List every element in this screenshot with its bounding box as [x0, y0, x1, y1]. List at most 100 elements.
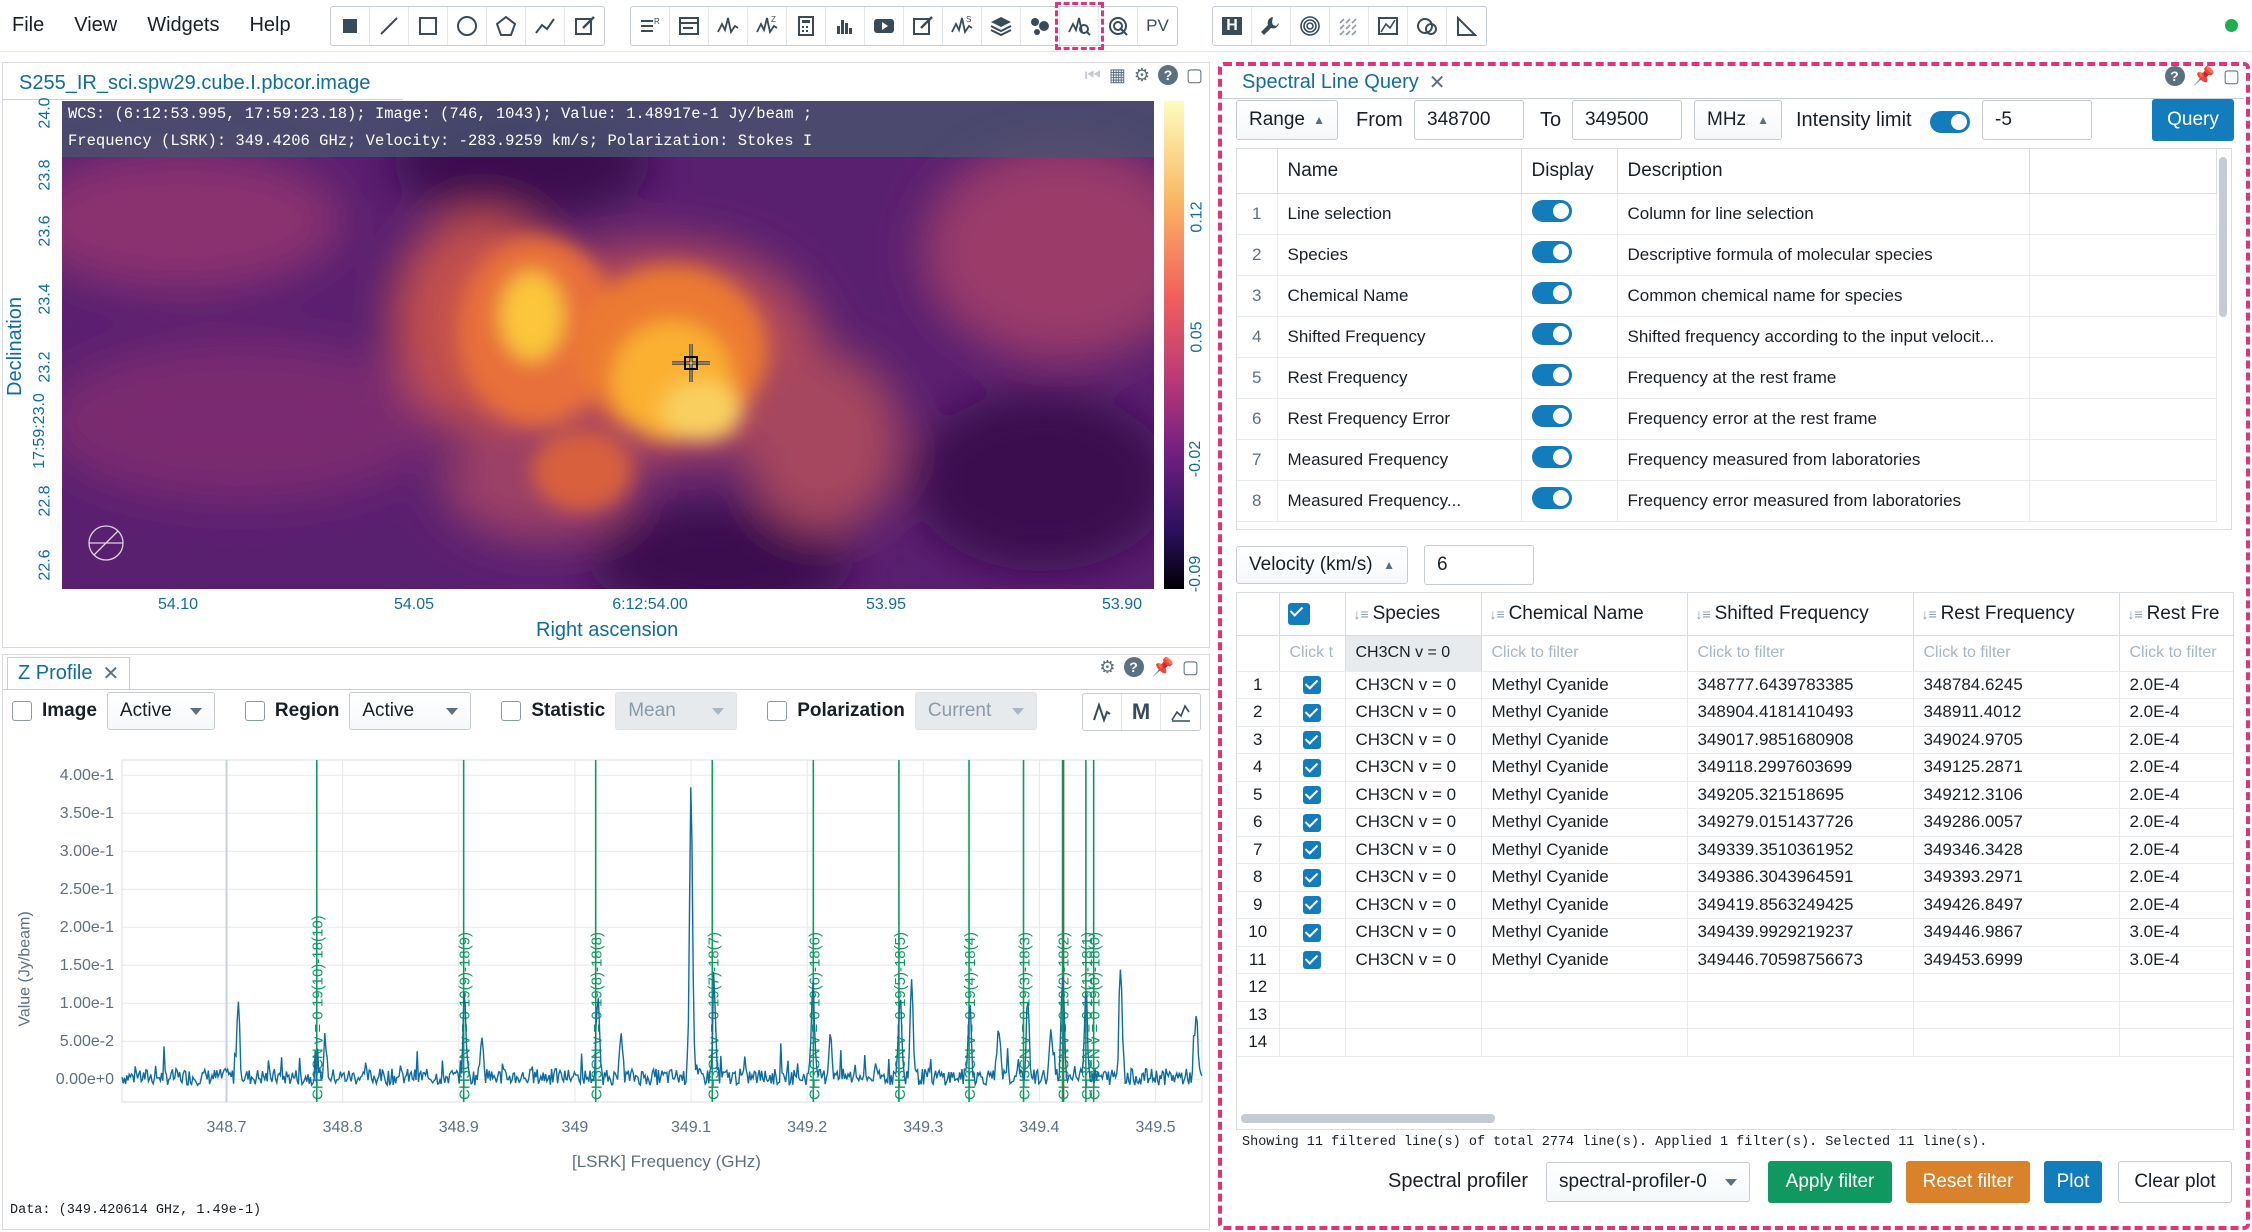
- edit-icon[interactable]: [904, 7, 943, 45]
- spectral-line-query-icon[interactable]: [1055, 2, 1104, 50]
- rest-frequency-header[interactable]: ↓≡ Rest Frequency: [1913, 593, 2120, 635]
- rest-frequency-error-filter-input[interactable]: Click to filter: [2119, 635, 2233, 672]
- shifted-frequency-filter-input[interactable]: Click to filter: [1687, 635, 1914, 672]
- to-input[interactable]: 349500: [1572, 100, 1682, 140]
- display-toggle[interactable]: [1531, 446, 1572, 468]
- contour-icon[interactable]: [1291, 7, 1330, 45]
- spectral-profile-icon[interactable]: S: [943, 7, 982, 45]
- settings-icon[interactable]: ⚙: [1134, 65, 1150, 86]
- line-select-checkbox[interactable]: [1303, 731, 1321, 750]
- histogram-icon[interactable]: [826, 7, 865, 45]
- header-icon[interactable]: [670, 7, 709, 45]
- apply-filter-button[interactable]: Apply filter: [1768, 1161, 1892, 1203]
- line-select-checkbox[interactable]: [1303, 951, 1321, 970]
- species-header[interactable]: ↓≡ Species: [1345, 593, 1482, 635]
- polarization-checkbox[interactable]: [767, 701, 788, 721]
- clear-plot-button[interactable]: Clear plot: [2118, 1161, 2232, 1203]
- display-header[interactable]: Display: [1521, 149, 1618, 193]
- species-filter-input[interactable]: CH3CN v = 0: [1345, 635, 1482, 672]
- line-result-row[interactable]: 2 CH3CN v = 0 Methyl Cyanide 348904.4181410…: [1237, 698, 2233, 727]
- display-toggle[interactable]: [1531, 200, 1572, 222]
- line-result-row[interactable]: 3 CH3CN v = 0 Methyl Cyanide 349017.9851680…: [1237, 726, 2233, 754]
- maximize-icon[interactable]: ▢: [1186, 65, 1203, 86]
- square-icon[interactable]: [331, 7, 370, 45]
- hdf-icon[interactable]: H: [1213, 7, 1252, 45]
- colorbar[interactable]: [1164, 101, 1184, 589]
- chemical-name-header[interactable]: ↓≡ Chemical Name: [1481, 593, 1688, 635]
- menu-file[interactable]: File: [12, 14, 44, 37]
- display-toggle[interactable]: [1531, 487, 1572, 509]
- stokes-icon[interactable]: [1369, 7, 1408, 45]
- spectral-line-query-tab[interactable]: Spectral Line Query ✕: [1232, 66, 1456, 98]
- moments-button[interactable]: M: [1122, 694, 1161, 730]
- display-toggle[interactable]: [1531, 241, 1572, 263]
- statistic-select[interactable]: Mean: [615, 692, 738, 730]
- animator-icon[interactable]: [865, 7, 904, 45]
- intensity-limit-toggle[interactable]: [1930, 111, 1970, 133]
- menu-widgets[interactable]: Widgets: [147, 14, 219, 37]
- vector-overlay-icon[interactable]: [1099, 7, 1138, 45]
- image-fitting-icon[interactable]: [1408, 7, 1447, 45]
- pin-icon[interactable]: 📌: [2193, 66, 2215, 87]
- plot-button[interactable]: Plot: [2044, 1161, 2102, 1203]
- unit-select[interactable]: MHz ▲: [1694, 100, 1782, 140]
- polarization-select[interactable]: Current: [914, 692, 1037, 730]
- rest-frequency-filter-input[interactable]: Click to filter: [1913, 635, 2120, 672]
- image-tab[interactable]: S255_IR_sci.spw29.cube.I.pbcor.image: [9, 67, 381, 99]
- settings-icon[interactable]: ⚙: [1099, 657, 1115, 678]
- reset-filter-button[interactable]: Reset filter: [1906, 1161, 2030, 1203]
- layers-icon[interactable]: [982, 7, 1021, 45]
- display-toggle[interactable]: [1531, 323, 1572, 345]
- velocity-unit-select[interactable]: Velocity (km/s) ▲: [1236, 546, 1408, 584]
- help-icon[interactable]: ?: [2164, 66, 2185, 86]
- pv-generator-icon[interactable]: PV: [1138, 7, 1177, 45]
- results-horizontal-scrollbar[interactable]: [1241, 1114, 1495, 1123]
- display-toggle[interactable]: [1531, 364, 1572, 386]
- smoothing-icon[interactable]: [1083, 694, 1122, 730]
- name-header[interactable]: Name: [1277, 149, 1522, 193]
- z-profile-chart[interactable]: CH3CN v = 0 19(10)-18(10) CH3CN v = 0 19(…: [4, 742, 1204, 1172]
- range-mode-select[interactable]: Range ▲: [1236, 100, 1338, 140]
- line-select-checkbox[interactable]: [1303, 896, 1321, 915]
- velocity-input[interactable]: 6: [1424, 545, 1534, 585]
- polygon-icon[interactable]: [487, 7, 526, 45]
- image-canvas[interactable]: [62, 101, 1154, 589]
- first-frame-icon[interactable]: ⏮: [1085, 65, 1101, 86]
- line-result-row[interactable]: 6 CH3CN v = 0 Methyl Cyanide 349279.0151437…: [1237, 808, 2233, 837]
- intensity-limit-input[interactable]: -5: [1982, 100, 2092, 140]
- pin-icon[interactable]: 📌: [1152, 657, 1174, 678]
- render-config-icon[interactable]: R: [631, 7, 670, 45]
- line-result-row[interactable]: 7 CH3CN v = 0 Methyl Cyanide 349339.3510361…: [1237, 836, 2233, 864]
- description-header[interactable]: Description: [1617, 149, 2030, 193]
- menu-help[interactable]: Help: [249, 14, 290, 37]
- z-profile-icon[interactable]: Z: [748, 7, 787, 45]
- line-select-checkbox[interactable]: [1303, 786, 1321, 805]
- line-select-checkbox[interactable]: [1303, 758, 1321, 777]
- menu-view[interactable]: View: [74, 14, 117, 37]
- annotation-edit-icon[interactable]: [565, 7, 604, 45]
- catalog-icon[interactable]: [1021, 7, 1060, 45]
- line-select-checkbox[interactable]: [1303, 813, 1321, 832]
- vector-field-icon[interactable]: [1330, 7, 1369, 45]
- polyline-icon[interactable]: [526, 7, 565, 45]
- shifted-frequency-header[interactable]: ↓≡ Shifted Frequency: [1687, 593, 1914, 635]
- help-icon[interactable]: ?: [1157, 65, 1178, 85]
- display-toggle[interactable]: [1531, 405, 1572, 427]
- rest-frequency-error-header[interactable]: ↓≡ Rest Fre: [2119, 593, 2233, 635]
- xy-profile-icon[interactable]: [709, 7, 748, 45]
- column-table-scrollbar[interactable]: [2219, 157, 2227, 317]
- line-icon[interactable]: [370, 7, 409, 45]
- close-icon[interactable]: ✕: [102, 661, 119, 686]
- region-checkbox[interactable]: [244, 701, 265, 721]
- line-result-row[interactable]: 5 CH3CN v = 0 Methyl Cyanide 349205.3215186…: [1237, 781, 2233, 809]
- query-button[interactable]: Query: [2152, 99, 2234, 141]
- image-checkbox[interactable]: [12, 701, 32, 721]
- line-select-checkbox[interactable]: [1303, 868, 1321, 887]
- line-result-row[interactable]: 4 CH3CN v = 0 Methyl Cyanide 349118.2997603…: [1237, 753, 2233, 782]
- ruler-icon[interactable]: [1447, 7, 1486, 45]
- display-toggle[interactable]: [1531, 282, 1572, 304]
- chemical-name-filter-input[interactable]: Click to filter: [1481, 635, 1688, 672]
- from-input[interactable]: 348700: [1414, 100, 1524, 140]
- ellipse-icon[interactable]: [448, 7, 487, 45]
- line-result-row[interactable]: 9 CH3CN v = 0 Methyl Cyanide 349419.8563249…: [1237, 891, 2233, 919]
